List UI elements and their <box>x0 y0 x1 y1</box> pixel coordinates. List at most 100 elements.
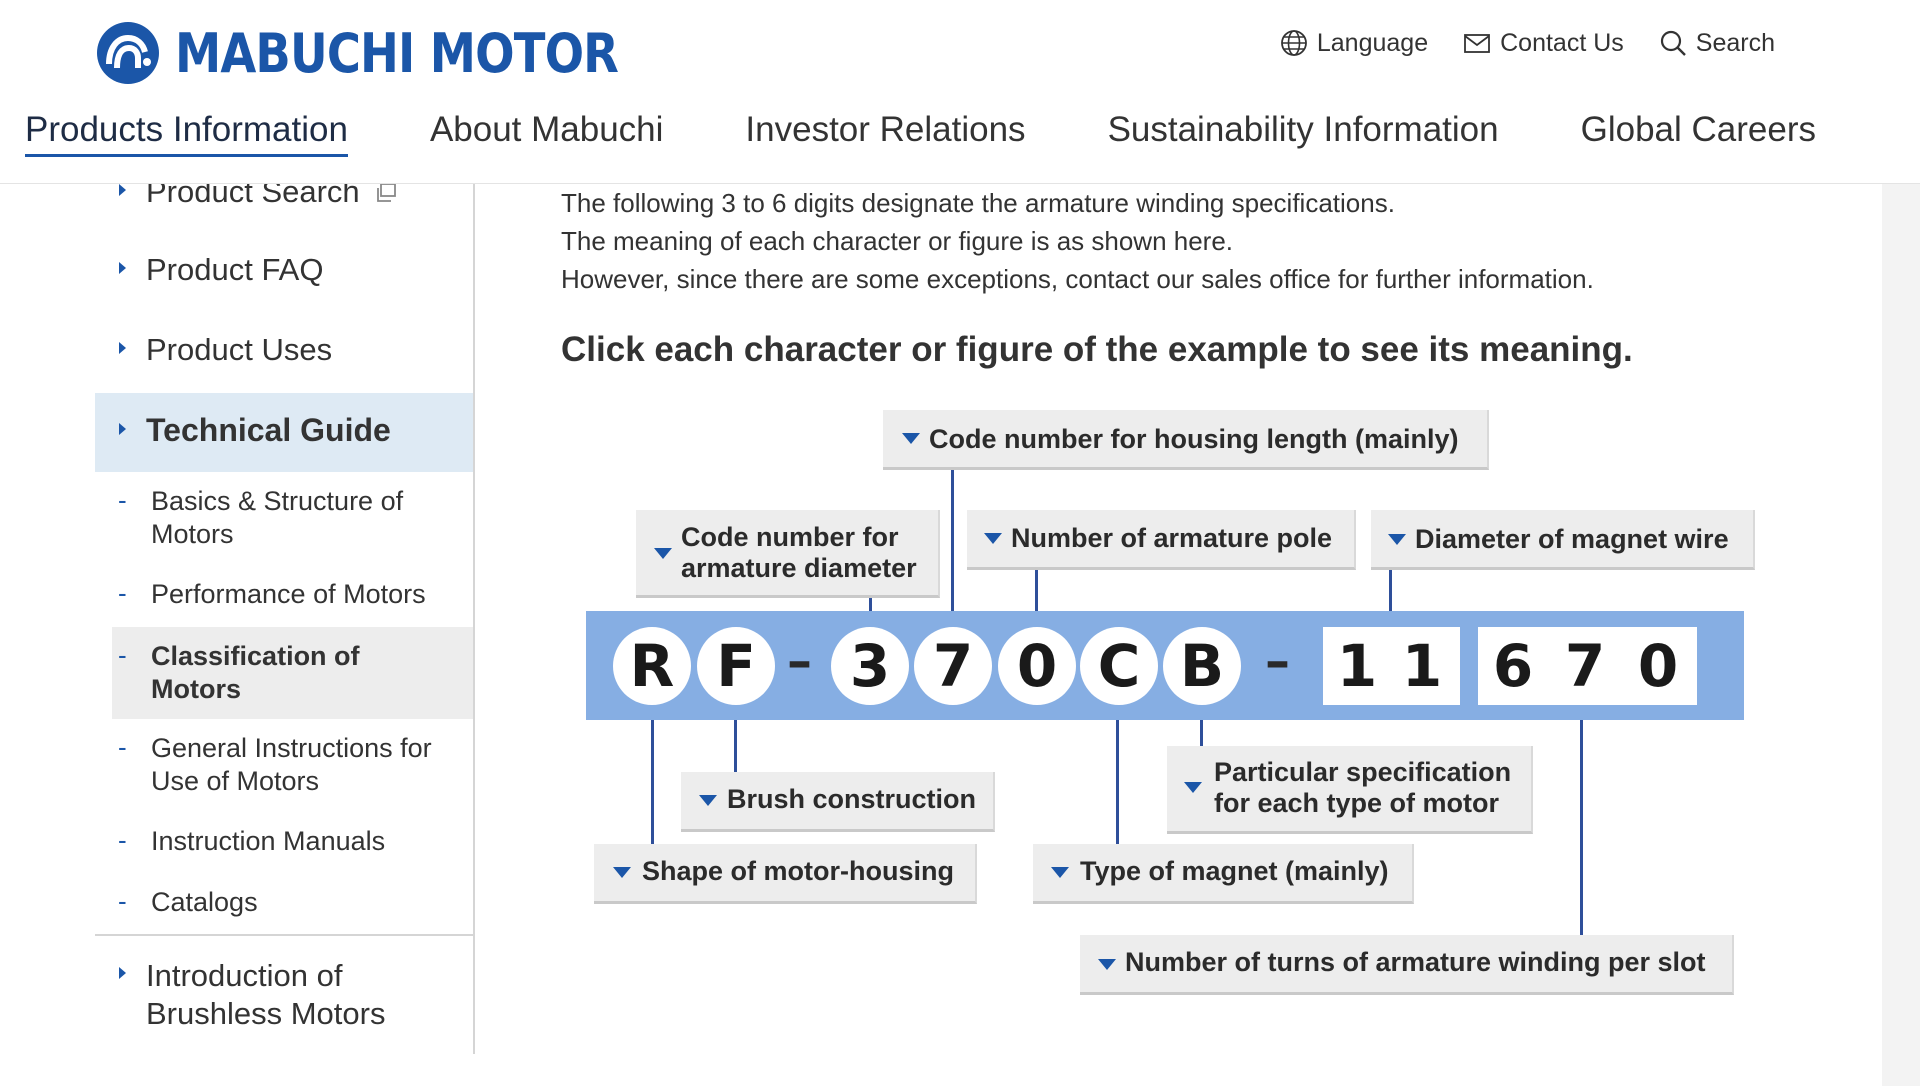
sidebar-subitem-general-instructions[interactable]: - General Instructions for Use of Motors <box>112 732 473 802</box>
label-text: Diameter of magnet wire <box>1415 524 1729 554</box>
connector-housing-length <box>951 468 954 613</box>
code-dash: – <box>787 632 812 690</box>
sidebar-item-brushless-motors[interactable]: Introduction of Brushless Motors <box>95 955 473 1035</box>
search-icon <box>1660 30 1686 56</box>
sidebar-item-label: Technical Guide <box>146 412 391 448</box>
connector-housing-shape <box>651 718 654 844</box>
char-r-button[interactable]: R <box>613 627 691 705</box>
digit-1a-button[interactable]: 1 <box>1327 627 1387 705</box>
sidebar-item-label: Product Uses <box>146 332 333 367</box>
sidebar-subitem-instruction-manuals[interactable]: - Instruction Manuals <box>112 825 473 861</box>
triangle-down-icon <box>1051 867 1069 878</box>
intro-line-1: The following 3 to 6 digits designate th… <box>561 188 1395 218</box>
label-armature-diameter[interactable]: Code number for armature diameter <box>636 510 940 598</box>
caret-right-icon <box>119 262 126 274</box>
connector-particular <box>1200 718 1203 746</box>
digit-7-button[interactable]: 7 <box>1555 627 1615 705</box>
label-line-2: Brushless Motors <box>146 996 386 1031</box>
connector-magnet-type <box>1116 718 1119 844</box>
label-magnet-wire[interactable]: Diameter of magnet wire <box>1371 510 1755 570</box>
sidebar-subitem-label: Classification of Motors <box>151 640 471 706</box>
label-housing-length[interactable]: Code number for housing length (mainly) <box>883 410 1489 470</box>
logo-text: MABUCHI MOTOR <box>175 21 619 85</box>
sidebar-subitem-basics-structure[interactable]: - Basics & Structure of Motors <box>112 485 473 555</box>
code-dash: – <box>1265 632 1290 690</box>
nav-sustainability-information[interactable]: Sustainability Information <box>1108 110 1499 157</box>
nav-products-information[interactable]: Products Information <box>25 110 348 157</box>
label-text: Brush construction <box>727 784 977 814</box>
caret-right-icon <box>119 967 126 979</box>
label-text: Number of turns of armature winding per … <box>1125 947 1706 977</box>
search-label: Search <box>1695 28 1775 57</box>
connector-brush <box>734 718 737 774</box>
label-housing-shape[interactable]: Shape of motor-housing <box>594 844 977 904</box>
triangle-down-icon <box>654 548 672 559</box>
label-text: Code number for armature diameter <box>681 522 917 584</box>
label-line-1: General Instructions for <box>151 733 432 763</box>
triangle-down-icon <box>902 433 920 444</box>
char-3-button[interactable]: 3 <box>831 627 909 705</box>
label-turns-per-slot[interactable]: Number of turns of armature winding per … <box>1080 935 1734 995</box>
label-text: Number of armature pole <box>1011 523 1333 553</box>
label-brush-construction[interactable]: Brush construction <box>681 772 995 832</box>
page-scrollbar[interactable] <box>1882 184 1920 1086</box>
search-link[interactable]: Search <box>1658 28 1775 58</box>
triangle-down-icon <box>1098 959 1116 970</box>
dash-bullet: - <box>118 485 127 515</box>
caret-right-icon <box>119 342 126 354</box>
sidebar-divider <box>473 184 475 1054</box>
connector-magnet-wire <box>1389 568 1392 613</box>
intro-line-3: However, since there are some exceptions… <box>561 264 1594 294</box>
label-text: Shape of motor-housing <box>642 856 954 886</box>
label-line-2: Motors <box>151 519 234 549</box>
label-text: Type of magnet (mainly) <box>1080 856 1389 886</box>
digit-6-button[interactable]: 6 <box>1483 627 1543 705</box>
dash-bullet: - <box>118 886 127 916</box>
digit-1b-button[interactable]: 1 <box>1392 627 1452 705</box>
char-f-button[interactable]: F <box>697 627 775 705</box>
sidebar-subitem-catalogs[interactable]: - Catalogs <box>112 886 473 922</box>
char-c-button[interactable]: C <box>1080 627 1158 705</box>
mabuchi-logo[interactable]: MABUCHI MOTOR <box>95 20 690 86</box>
contact-link[interactable]: Contact Us <box>1462 28 1624 58</box>
label-line-2: for each type of motor <box>1214 788 1500 818</box>
mabuchi-logo-mark-icon <box>97 22 159 84</box>
connector-turns <box>1580 718 1583 936</box>
sidebar-subitem-label: Performance of Motors <box>151 579 426 609</box>
sidebar-item-product-faq[interactable]: Product FAQ <box>95 250 473 294</box>
sidebar-subitem-classification[interactable]: - Classification of Motors <box>112 627 473 719</box>
dash-bullet: - <box>118 825 127 855</box>
dash-bullet: - <box>118 732 127 762</box>
connector-armature-pole <box>1035 568 1038 613</box>
nav-about-mabuchi[interactable]: About Mabuchi <box>430 110 663 157</box>
sidebar-subitem-performance[interactable]: - Performance of Motors <box>112 578 473 614</box>
sidebar-subitem-label: Instruction Manuals <box>151 826 386 856</box>
char-b-button[interactable]: B <box>1163 627 1241 705</box>
mail-icon <box>1464 34 1491 53</box>
label-magnet-type[interactable]: Type of magnet (mainly) <box>1033 844 1414 904</box>
char-0-button[interactable]: 0 <box>998 627 1076 705</box>
label-particular-specification[interactable]: Particular specification for each type of… <box>1167 746 1533 834</box>
nav-investor-relations[interactable]: Investor Relations <box>745 110 1025 157</box>
main-nav: Products Information About Mabuchi Inves… <box>25 110 1898 157</box>
contact-label: Contact Us <box>1500 28 1624 57</box>
sidebar-item-label: Product FAQ <box>146 252 324 287</box>
sidebar-subitem-label: Basics & Structure of Motors <box>151 485 471 551</box>
label-armature-pole[interactable]: Number of armature pole <box>967 510 1356 570</box>
nav-global-careers[interactable]: Global Careers <box>1581 110 1816 157</box>
page-headline: Click each character or figure of the ex… <box>561 330 1633 369</box>
triangle-down-icon <box>984 533 1002 544</box>
dash-bullet: - <box>118 578 127 608</box>
language-link[interactable]: Language <box>1279 28 1428 58</box>
char-7-button[interactable]: 7 <box>914 627 992 705</box>
label-text: Code number for housing length (mainly) <box>929 424 1459 454</box>
sidebar-item-product-uses[interactable]: Product Uses <box>95 330 473 374</box>
dash-bullet: - <box>118 640 127 670</box>
label-line-1: Code number for <box>681 522 899 552</box>
label-line-1: Particular specification <box>1214 757 1512 787</box>
digit-0-button[interactable]: 0 <box>1628 627 1688 705</box>
sidebar-item-technical-guide[interactable]: Technical Guide <box>95 393 473 472</box>
external-window-icon <box>377 183 396 202</box>
sidebar-subitem-label: Catalogs <box>151 887 258 917</box>
label-line-1: Basics & Structure of <box>151 486 404 516</box>
